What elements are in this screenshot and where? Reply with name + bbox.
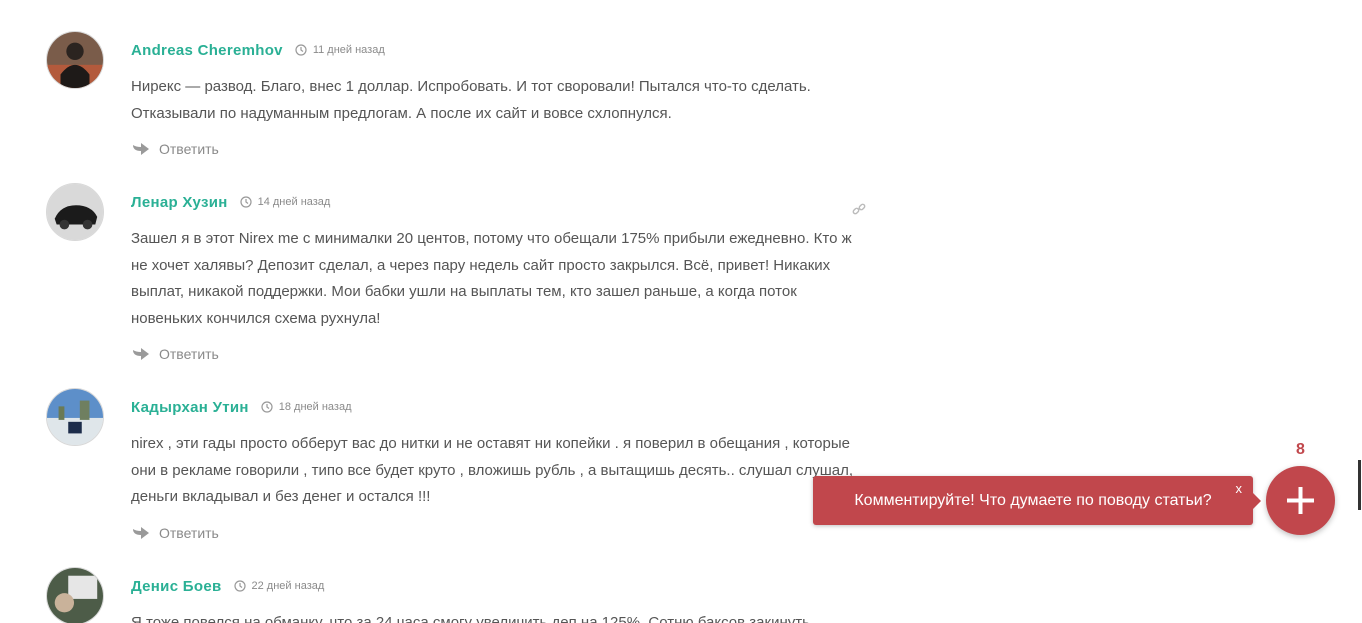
avatar[interactable] (46, 388, 104, 446)
comment-author[interactable]: Кадырхан Утин (131, 399, 249, 416)
comment-author[interactable]: Ленар Хузин (131, 194, 228, 211)
comment-time[interactable]: 14 дней назад (258, 196, 331, 208)
avatar[interactable] (46, 183, 104, 241)
comment-text: Я тоже повелся на обманку, что за 24 час… (131, 614, 810, 623)
clock-icon (295, 44, 307, 56)
comment-author[interactable]: Andreas Cheremhov (131, 42, 283, 59)
comment-prompt-popup[interactable]: Комментируйте! Что думаете по поводу ста… (813, 476, 1261, 525)
reply-arrow-icon (133, 526, 149, 539)
comment-text: Нирекс — развод. Благо, внес 1 доллар. И… (131, 78, 811, 122)
comments-page: Andreas Cheremhov 11 дней назад Нирекс —… (0, 0, 1362, 623)
reply-button[interactable]: Ответить (131, 525, 871, 541)
popup-text: Комментируйте! Что думаете по поводу ста… (854, 492, 1212, 509)
reply-arrow-icon (133, 348, 149, 360)
comment-author[interactable]: Денис Боев (131, 578, 222, 595)
avatar[interactable] (46, 567, 104, 623)
avatar[interactable] (46, 31, 104, 89)
comment-time[interactable]: 22 дней назад (252, 580, 325, 592)
comment-time[interactable]: 18 дней назад (279, 401, 352, 413)
reply-label: Ответить (159, 346, 219, 362)
clock-icon (239, 196, 252, 208)
plus-icon (1287, 487, 1314, 514)
popup-close-button[interactable]: x (1236, 481, 1243, 496)
reply-label: Ответить (159, 524, 219, 541)
comment-time[interactable]: 11 дней назад (313, 44, 385, 56)
comment-count-badge: 8 (1296, 441, 1305, 458)
comment-text: nirex , эти гады просто обберут вас до н… (131, 435, 854, 505)
clock-icon (261, 401, 273, 413)
clock-icon (233, 580, 246, 592)
comment-text: Зашел я в этот Nirex me с минималки 20 ц… (131, 230, 852, 327)
reply-button[interactable]: Ответить (131, 141, 871, 157)
reply-button[interactable]: Ответить (131, 346, 871, 362)
reply-arrow-icon (133, 143, 149, 155)
link-icon[interactable] (852, 202, 866, 216)
add-comment-button[interactable] (1266, 466, 1335, 535)
reply-label: Ответить (159, 141, 219, 157)
scrollbar-thumb[interactable] (1358, 460, 1361, 510)
